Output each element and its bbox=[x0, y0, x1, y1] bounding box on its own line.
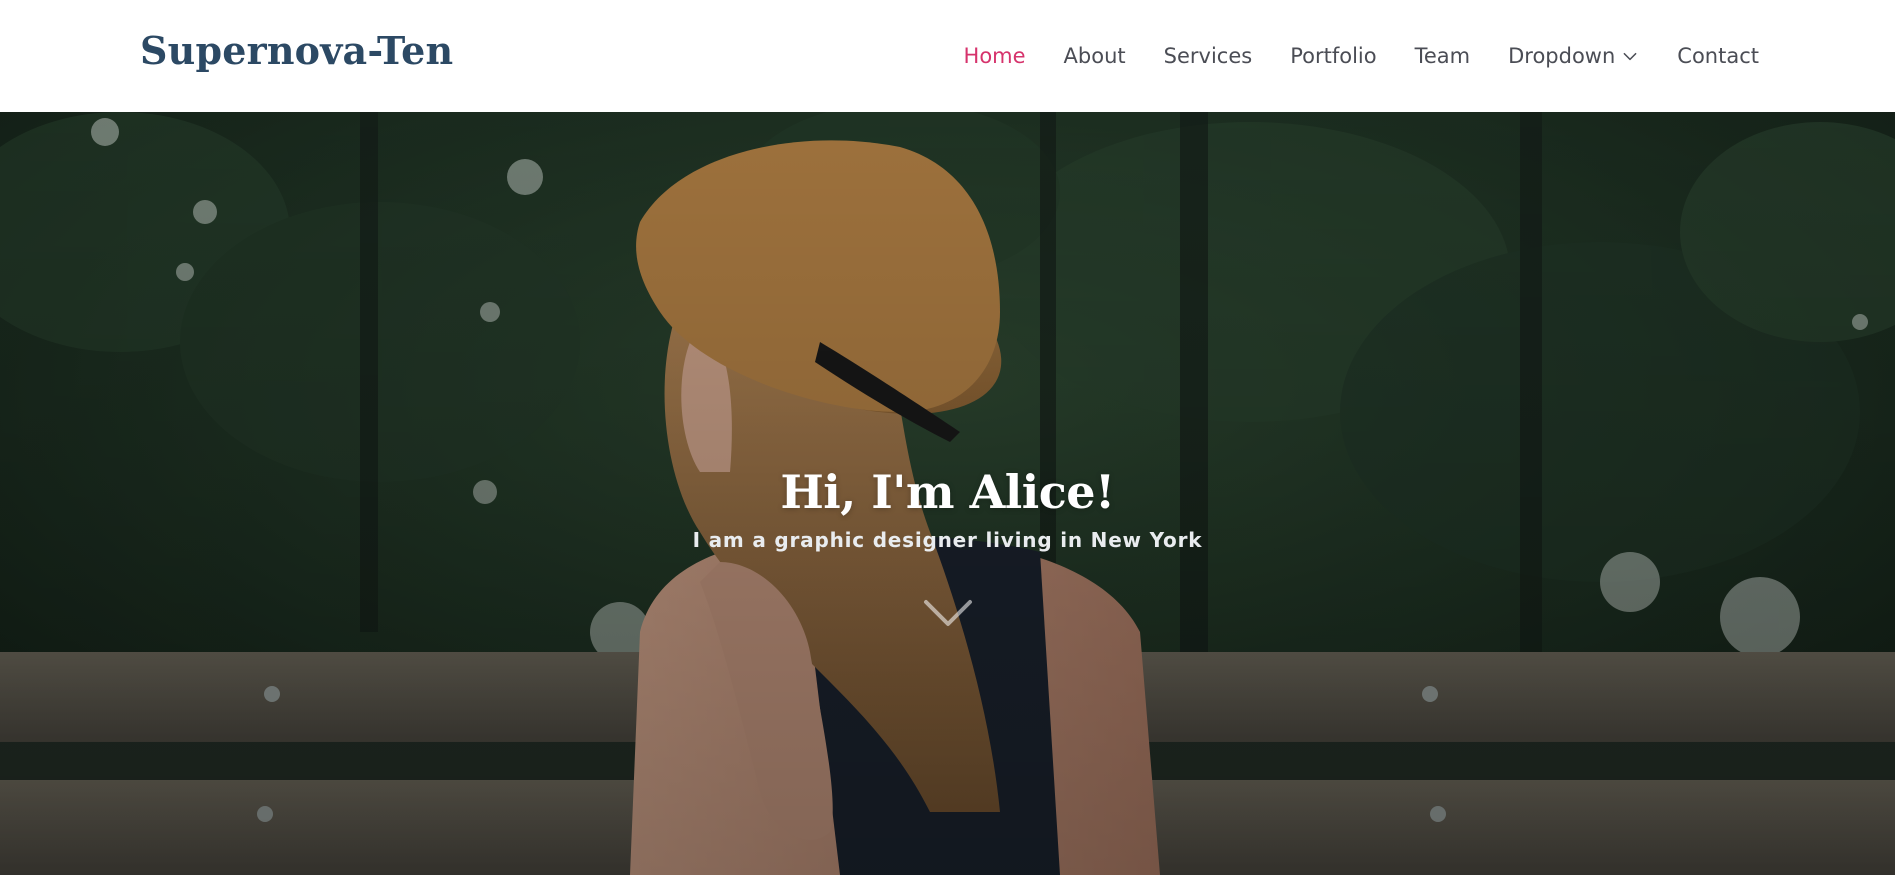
hero-subtitle: I am a graphic designer living in New Yo… bbox=[692, 528, 1203, 552]
nav-item-contact[interactable]: Contact bbox=[1658, 44, 1759, 68]
nav-item-label: Team bbox=[1414, 44, 1471, 68]
nav-item-label: Home bbox=[963, 44, 1026, 68]
nav-item-label: Portfolio bbox=[1290, 44, 1377, 68]
nav-item-team[interactable]: Team bbox=[1396, 44, 1490, 68]
site-header: Supernova-Ten Home About Services Portfo… bbox=[0, 0, 1895, 112]
nav-item-about[interactable]: About bbox=[1045, 44, 1145, 68]
nav-item-label: Dropdown bbox=[1508, 44, 1616, 68]
site-logo[interactable]: Supernova-Ten bbox=[140, 28, 453, 73]
hero-section: Hi, I'm Alice! I am a graphic designer l… bbox=[0, 112, 1895, 875]
chevron-down-icon[interactable] bbox=[923, 592, 973, 632]
main-navigation: Home About Services Portfolio Team Dropd… bbox=[945, 0, 1759, 112]
nav-item-dropdown[interactable]: Dropdown bbox=[1489, 44, 1658, 68]
nav-item-label: Services bbox=[1163, 44, 1253, 68]
nav-item-home[interactable]: Home bbox=[945, 44, 1045, 68]
nav-item-services[interactable]: Services bbox=[1145, 44, 1272, 68]
nav-item-label: Contact bbox=[1677, 44, 1759, 68]
nav-item-portfolio[interactable]: Portfolio bbox=[1271, 44, 1395, 68]
chevron-down-icon bbox=[1623, 52, 1637, 61]
hero-title: Hi, I'm Alice! bbox=[780, 464, 1115, 519]
nav-item-label: About bbox=[1063, 44, 1126, 68]
